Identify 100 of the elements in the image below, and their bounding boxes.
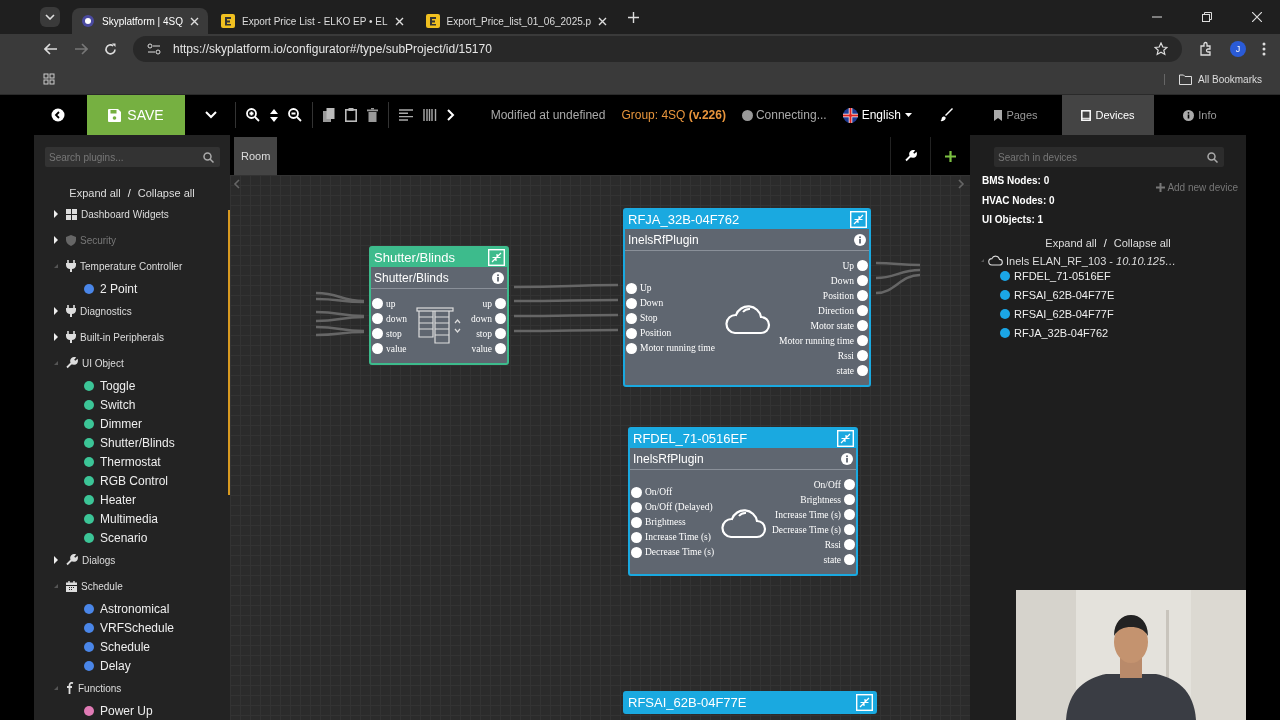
- paste-icon[interactable]: [345, 108, 357, 122]
- output-port[interactable]: [844, 479, 855, 490]
- align-left-icon[interactable]: [399, 109, 413, 121]
- plugin-item[interactable]: 2 Point: [100, 281, 138, 296]
- more-menu-icon[interactable]: [1262, 42, 1266, 56]
- scrollbar-thumb[interactable]: [228, 210, 230, 495]
- input-port[interactable]: [626, 327, 637, 339]
- output-port[interactable]: [857, 320, 868, 331]
- output-port[interactable]: [844, 509, 855, 520]
- brush-icon[interactable]: [940, 108, 954, 122]
- plugin-item[interactable]: Power Up: [100, 703, 153, 718]
- up-down-arrows-icon[interactable]: [270, 108, 278, 122]
- plugin-item[interactable]: Thermostat: [100, 454, 161, 469]
- device-item[interactable]: RFDEL_71-0516EF: [1014, 270, 1111, 282]
- device-item[interactable]: RFSAI_62B-04F77F: [1014, 308, 1114, 320]
- device-item[interactable]: RFSAI_62B-04F77E: [1014, 289, 1115, 301]
- restore-icon[interactable]: [1202, 12, 1212, 22]
- input-port[interactable]: [631, 501, 642, 513]
- collapse-icon[interactable]: [837, 430, 854, 447]
- collapse-all-link[interactable]: Collapse all: [137, 187, 195, 199]
- info-icon[interactable]: [841, 452, 853, 465]
- plugin-item[interactable]: Dimmer: [100, 416, 142, 431]
- input-port[interactable]: [631, 516, 642, 528]
- reload-icon[interactable]: [104, 42, 117, 56]
- output-port[interactable]: [495, 313, 506, 324]
- plugin-item[interactable]: Toggle: [100, 378, 136, 393]
- plugin-item[interactable]: Switch: [100, 397, 136, 412]
- output-port[interactable]: [857, 350, 868, 361]
- scroll-right-icon[interactable]: [958, 179, 965, 189]
- browser-tab[interactable]: Skyplatform | 4SQ: [72, 8, 208, 34]
- plugin-item[interactable]: Astronomical: [100, 601, 170, 616]
- plugin-group[interactable]: Temperature Controller: [80, 260, 183, 272]
- plugin-item[interactable]: Heater: [100, 492, 137, 507]
- browser-tab[interactable]: Export_Price_list_01_06_2025.p: [416, 8, 617, 34]
- input-port[interactable]: [372, 343, 383, 354]
- plugin-item[interactable]: Multimedia: [100, 511, 159, 526]
- copy-icon[interactable]: [323, 108, 335, 122]
- output-port[interactable]: [844, 524, 855, 535]
- output-port[interactable]: [857, 335, 868, 346]
- output-port[interactable]: [857, 275, 868, 286]
- info-icon[interactable]: [492, 271, 504, 284]
- output-port[interactable]: [844, 554, 855, 565]
- output-port[interactable]: [857, 365, 868, 376]
- plugin-item[interactable]: Delay: [100, 658, 131, 673]
- close-tab-icon[interactable]: [189, 16, 199, 26]
- plugin-item[interactable]: Scenario: [100, 530, 148, 545]
- controller-item[interactable]: Inels ELAN_RF_103 - 10.10.125…: [1006, 254, 1176, 267]
- zoom-out-icon[interactable]: [288, 108, 302, 122]
- apps-grid-icon[interactable]: [43, 73, 55, 85]
- input-port[interactable]: [626, 342, 637, 354]
- new-tab-icon[interactable]: [628, 11, 640, 23]
- input-port[interactable]: [372, 313, 383, 324]
- caret-icon[interactable]: [52, 333, 60, 341]
- zoom-in-icon[interactable]: [246, 108, 260, 122]
- output-port[interactable]: [495, 298, 506, 309]
- close-icon[interactable]: [1252, 12, 1262, 22]
- node-canvas[interactable]: [230, 175, 970, 720]
- back-circle-icon[interactable]: [51, 108, 65, 122]
- output-port[interactable]: [495, 328, 506, 339]
- caret-icon[interactable]: [52, 210, 60, 218]
- bookmark-star-icon[interactable]: [1154, 42, 1168, 56]
- output-port[interactable]: [844, 494, 855, 505]
- close-tab-icon[interactable]: [394, 16, 404, 26]
- close-tab-icon[interactable]: [598, 16, 608, 26]
- plugin-node[interactable]: Shutter/Blinds Shutter/Blinds up down stop value up down stop value: [369, 246, 509, 365]
- trash-icon[interactable]: [367, 108, 378, 122]
- plugin-search-field[interactable]: Search plugins...: [45, 147, 220, 167]
- panel-tab[interactable]: Info: [1154, 95, 1246, 135]
- output-port[interactable]: [857, 260, 868, 271]
- site-settings-icon[interactable]: [147, 43, 161, 55]
- caret-icon[interactable]: [52, 556, 60, 564]
- plugin-group[interactable]: Functions: [78, 682, 122, 694]
- room-tab[interactable]: Room: [234, 137, 278, 175]
- input-port[interactable]: [626, 312, 637, 324]
- profile-avatar[interactable]: J: [1230, 41, 1246, 57]
- language-select[interactable]: English: [842, 107, 912, 123]
- input-port[interactable]: [626, 282, 637, 294]
- panel-tab[interactable]: Pages: [970, 95, 1062, 135]
- address-bar[interactable]: https://skyplatform.io/configurator#/type/subProject/id/15170: [133, 36, 1182, 62]
- extensions-icon[interactable]: [1198, 41, 1214, 57]
- dropdown-caret-icon[interactable]: [205, 111, 217, 119]
- input-port[interactable]: [372, 328, 383, 339]
- input-port[interactable]: [372, 298, 383, 309]
- plugin-item[interactable]: Schedule: [100, 639, 151, 654]
- collapse-all-link[interactable]: Collapse all: [1113, 236, 1171, 249]
- input-port[interactable]: [631, 531, 642, 543]
- input-port[interactable]: [626, 297, 637, 309]
- plugin-group[interactable]: Diagnostics: [80, 305, 132, 317]
- input-port[interactable]: [631, 486, 642, 498]
- tab-list-icon[interactable]: [40, 7, 60, 27]
- expand-all-link[interactable]: Expand all: [69, 187, 121, 199]
- chevron-right-icon[interactable]: [447, 109, 455, 121]
- plugin-group[interactable]: Dashboard Widgets: [81, 208, 169, 220]
- caret-icon[interactable]: [52, 307, 60, 315]
- collapse-icon[interactable]: [850, 211, 867, 228]
- back-icon[interactable]: [44, 43, 58, 55]
- device-item[interactable]: RFJA_32B-04F762: [1014, 327, 1109, 339]
- browser-tab[interactable]: Export Price List - ELKO EP • EL: [211, 8, 413, 34]
- all-bookmarks-button[interactable]: All Bookmarks: [1164, 73, 1262, 85]
- plugin-group[interactable]: Schedule: [81, 580, 123, 592]
